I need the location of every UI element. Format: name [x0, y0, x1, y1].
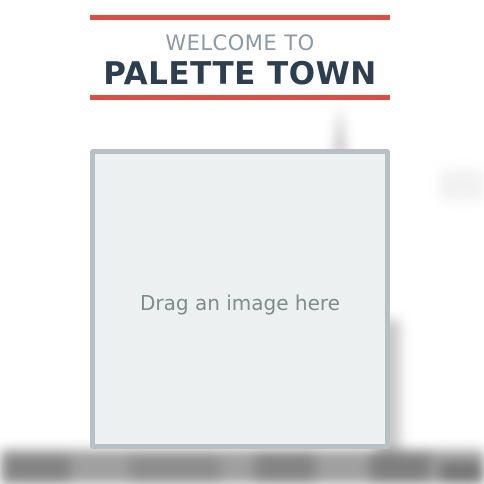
page-title: PALETTE TOWN: [103, 56, 377, 92]
image-drop-zone[interactable]: Drag an image here: [90, 149, 390, 449]
welcome-text: WELCOME TO: [165, 31, 315, 55]
header-top-rule: [90, 15, 390, 20]
page: WELCOME TO PALETTE TOWN Drag an image he…: [0, 0, 484, 484]
drop-zone-label: Drag an image here: [140, 291, 340, 315]
header: WELCOME TO PALETTE TOWN: [90, 15, 390, 101]
header-bottom-rule: [90, 95, 390, 100]
